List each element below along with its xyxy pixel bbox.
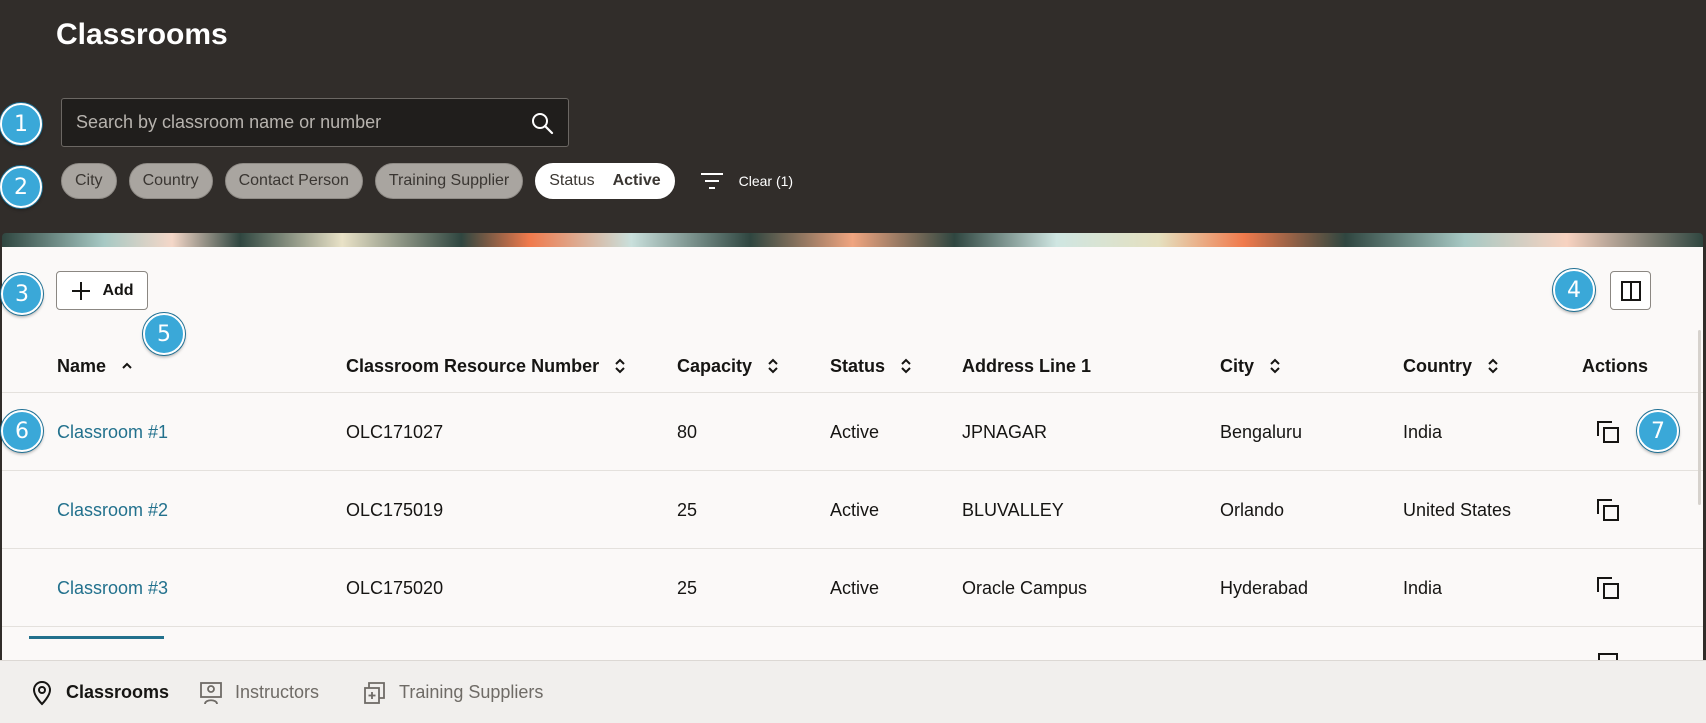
- filter-chip-city[interactable]: City: [61, 163, 117, 199]
- filter-chip-training-supplier[interactable]: Training Supplier: [374, 163, 524, 199]
- table-header: Name Classroom Resource Number Capacity …: [2, 339, 1703, 393]
- table-row: Classroom #2 OLC175019 25 Active BLUVALL…: [2, 471, 1703, 549]
- sort-icon[interactable]: [1268, 357, 1282, 375]
- callout-badge: 4: [1553, 269, 1595, 311]
- nav-tab-classrooms[interactable]: Classrooms: [30, 661, 169, 723]
- callout-badge: 1: [0, 103, 42, 145]
- column-label: Actions: [1582, 355, 1649, 376]
- layout-toggle-button[interactable]: [1610, 271, 1651, 310]
- status-value: Active: [830, 499, 880, 520]
- sort-ascending-icon[interactable]: [120, 357, 134, 375]
- column-label: Name: [57, 355, 107, 376]
- nav-tab-instructors[interactable]: Instructors: [199, 661, 319, 723]
- nav-tab-training-suppliers[interactable]: Training Suppliers: [363, 661, 543, 723]
- add-button[interactable]: Add: [56, 271, 148, 310]
- city-value: Hyderabad: [1220, 577, 1309, 598]
- filter-chip-contact-person[interactable]: Contact Person: [224, 163, 363, 199]
- column-header-status[interactable]: Status: [830, 339, 913, 393]
- country-value: India: [1403, 577, 1443, 598]
- status-chip-value: Active: [612, 172, 661, 189]
- table-scrollbar[interactable]: [1698, 330, 1701, 505]
- search-box[interactable]: [61, 98, 569, 147]
- clear-filters-button[interactable]: Clear (1): [699, 170, 793, 192]
- filter-icon: [700, 173, 723, 189]
- city-value: Orlando: [1220, 499, 1285, 520]
- sort-icon[interactable]: [766, 357, 780, 375]
- table-row-partial: [2, 627, 1703, 660]
- partial-duplicate-icon: [1598, 653, 1618, 660]
- column-header-country[interactable]: Country: [1403, 339, 1500, 393]
- filter-chips: City Country Contact Person Training Sup…: [61, 163, 793, 199]
- column-label: Address Line 1: [962, 355, 1092, 376]
- column-label: Classroom Resource Number: [346, 355, 600, 376]
- duplicate-action[interactable]: [1595, 549, 1621, 627]
- results-card: Add Name Classroom Resource Number Capac…: [2, 247, 1703, 660]
- partial-row-link-fragment: [29, 636, 164, 639]
- split-view-icon: [1620, 280, 1641, 301]
- page-header: Classrooms City Country Contact Person T…: [0, 0, 1706, 235]
- filter-chip-status[interactable]: Status Active: [535, 163, 675, 199]
- callout-badge: 3: [1, 273, 43, 315]
- address-value: BLUVALLEY: [962, 499, 1064, 520]
- sort-icon[interactable]: [899, 357, 913, 375]
- callout-badge: 7: [1637, 410, 1679, 452]
- address-value: JPNAGAR: [962, 421, 1048, 442]
- capacity-value: 80: [677, 421, 698, 442]
- column-header-address: Address Line 1: [962, 339, 1091, 393]
- instructor-icon: [200, 681, 222, 704]
- duplicate-action[interactable]: [1595, 393, 1621, 471]
- column-label: Capacity: [677, 355, 753, 376]
- column-header-number[interactable]: Classroom Resource Number: [346, 339, 627, 393]
- column-header-capacity[interactable]: Capacity: [677, 339, 780, 393]
- country-value: United States: [1403, 499, 1512, 520]
- search-input[interactable]: [62, 99, 522, 146]
- city-value: Bengaluru: [1220, 421, 1303, 442]
- column-label: Status: [830, 355, 886, 376]
- status-value: Active: [830, 577, 880, 598]
- country-value: India: [1403, 421, 1443, 442]
- callout-badge: 2: [0, 166, 42, 208]
- classroom-name-link[interactable]: Classroom #2: [57, 471, 168, 549]
- plus-icon: [72, 281, 91, 300]
- resource-number: OLC175019: [346, 499, 444, 520]
- decorative-banner: [2, 233, 1703, 247]
- table-row: Classroom #3 OLC175020 25 Active Oracle …: [2, 549, 1703, 627]
- nav-label: Classrooms: [66, 682, 170, 702]
- duplicate-icon[interactable]: [1595, 497, 1621, 523]
- duplicate-icon[interactable]: [1595, 419, 1621, 445]
- filter-chip-country[interactable]: Country: [128, 163, 213, 199]
- page-title: Classrooms: [56, 18, 228, 51]
- column-header-name[interactable]: Name: [57, 339, 134, 393]
- status-value: Active: [830, 421, 880, 442]
- column-header-city[interactable]: City: [1220, 339, 1282, 393]
- clear-filters-label: Clear (1): [738, 173, 794, 189]
- resource-number: OLC175020: [346, 577, 444, 598]
- resource-number: OLC171027: [346, 421, 444, 442]
- callout-badge: 6: [1, 410, 43, 452]
- nav-label: Training Suppliers: [399, 682, 544, 702]
- callout-badge: 5: [143, 313, 185, 355]
- location-pin-icon: [32, 680, 52, 705]
- duplicate-action[interactable]: [1595, 471, 1621, 549]
- column-header-actions: Actions: [1582, 339, 1648, 393]
- add-button-label: Add: [102, 281, 134, 299]
- sort-icon[interactable]: [613, 357, 627, 375]
- supplier-icon: [364, 681, 385, 704]
- nav-label: Instructors: [235, 682, 320, 702]
- table-row: Classroom #1 OLC171027 80 Active JPNAGAR…: [2, 393, 1703, 471]
- column-label: City: [1220, 355, 1255, 376]
- duplicate-icon[interactable]: [1595, 575, 1621, 601]
- classroom-name-link[interactable]: Classroom #3: [57, 549, 168, 627]
- status-chip-label: Status: [549, 172, 595, 189]
- search-icon[interactable]: [530, 111, 554, 135]
- classroom-name-link[interactable]: Classroom #1: [57, 393, 168, 471]
- capacity-value: 25: [677, 577, 698, 598]
- address-value: Oracle Campus: [962, 577, 1088, 598]
- bottom-navigation: Classrooms Instructors Training Supplier…: [0, 660, 1706, 723]
- column-label: Country: [1403, 355, 1472, 376]
- capacity-value: 25: [677, 499, 698, 520]
- sort-icon[interactable]: [1486, 357, 1500, 375]
